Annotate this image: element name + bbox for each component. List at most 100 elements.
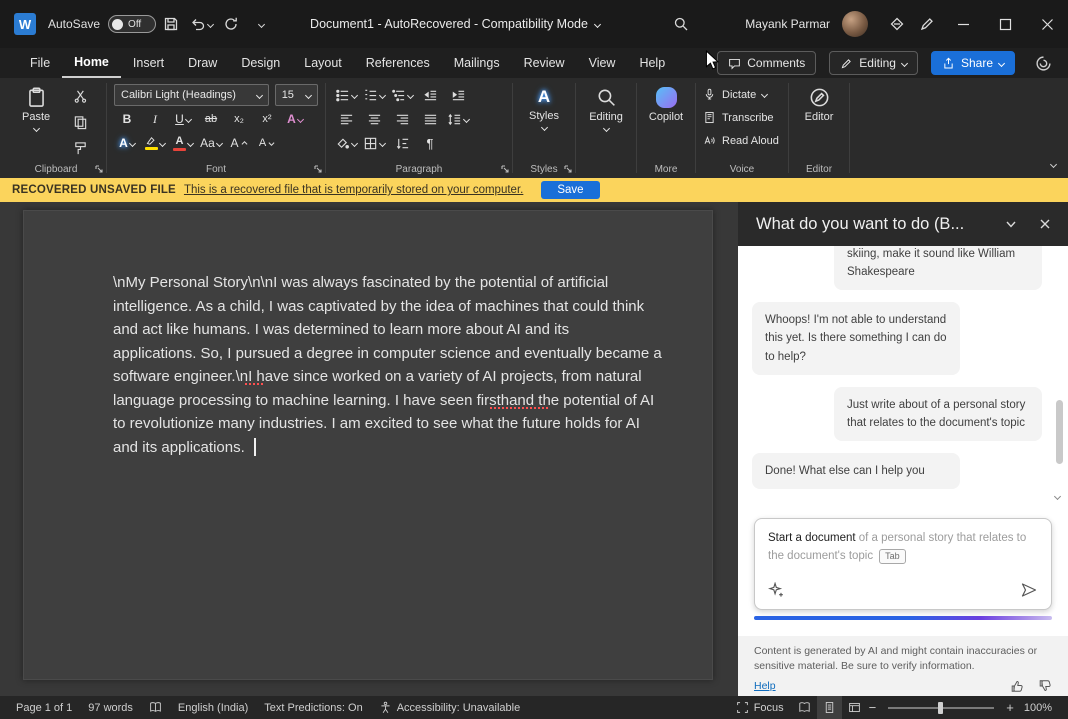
tab-home[interactable]: Home <box>62 48 121 78</box>
search-icon[interactable] <box>666 9 696 39</box>
paste-button[interactable]: Paste <box>13 83 59 159</box>
zoom-slider[interactable] <box>888 707 994 709</box>
zoom-slider-thumb[interactable] <box>938 702 943 714</box>
tab-view[interactable]: View <box>577 48 628 78</box>
change-case-button[interactable]: Aa <box>198 132 224 154</box>
help-link[interactable]: Help <box>754 680 776 692</box>
chat-scrollbar[interactable] <box>1054 246 1066 508</box>
font-size-combo[interactable]: 15 <box>275 84 318 106</box>
text-effects-button[interactable]: A <box>114 132 140 154</box>
page-indicator[interactable]: Page 1 of 1 <box>8 702 80 714</box>
thumbs-up-icon[interactable] <box>1010 679 1024 693</box>
close-panel-icon[interactable] <box>1032 211 1058 237</box>
copilot-icon[interactable] <box>1028 48 1058 78</box>
read-mode-button[interactable] <box>792 696 817 719</box>
justify-button[interactable] <box>417 108 443 130</box>
web-layout-button[interactable] <box>842 696 867 719</box>
banner-link[interactable]: This is a recovered file that is tempora… <box>184 184 523 196</box>
bullets-button[interactable] <box>333 84 359 106</box>
save-icon[interactable] <box>156 9 186 39</box>
print-layout-button[interactable] <box>817 696 842 719</box>
customize-quick-access-icon[interactable] <box>246 9 276 39</box>
show-formatting-button[interactable]: ¶ <box>417 132 443 154</box>
word-count[interactable]: 97 words <box>80 702 141 714</box>
collapse-ribbon-icon[interactable] <box>1051 154 1056 172</box>
tab-insert[interactable]: Insert <box>121 48 176 78</box>
tab-design[interactable]: Design <box>229 48 292 78</box>
editing-mode-button[interactable]: Editing <box>829 51 918 75</box>
share-button[interactable]: Share <box>931 51 1015 75</box>
document-page[interactable]: \nMy Personal Story\n\nI was always fasc… <box>23 210 713 680</box>
minimize-button[interactable] <box>942 0 984 48</box>
borders-button[interactable] <box>361 132 387 154</box>
copy-button[interactable] <box>67 111 93 133</box>
align-left-button[interactable] <box>333 108 359 130</box>
paragraph-dialog-launcher-icon[interactable] <box>501 165 509 173</box>
diamond-icon[interactable] <box>882 9 912 39</box>
zoom-in-button[interactable]: + <box>1004 700 1016 715</box>
language-indicator[interactable]: English (India) <box>170 702 256 714</box>
text-predictions-indicator[interactable]: Text Predictions: On <box>256 702 370 714</box>
tab-references[interactable]: References <box>354 48 442 78</box>
copilot-button[interactable]: Copilot <box>644 83 688 123</box>
shrink-font-button[interactable]: A <box>254 132 280 154</box>
chat-input[interactable]: Start a document of a personal story tha… <box>754 518 1052 610</box>
clipboard-dialog-launcher-icon[interactable] <box>95 165 103 173</box>
dictate-button[interactable]: Dictate <box>703 83 781 106</box>
multilevel-list-button[interactable] <box>389 84 415 106</box>
pen-icon[interactable] <box>912 9 942 39</box>
character-shading-button[interactable]: A <box>282 108 308 130</box>
numbering-button[interactable] <box>361 84 387 106</box>
format-painter-button[interactable] <box>67 137 93 159</box>
maximize-button[interactable] <box>984 0 1026 48</box>
styles-button[interactable]: A Styles <box>520 83 568 130</box>
tab-mailings[interactable]: Mailings <box>442 48 512 78</box>
proofing-icon[interactable] <box>141 701 170 714</box>
font-name-combo[interactable]: Calibri Light (Headings) <box>114 84 269 106</box>
bold-button[interactable]: B <box>114 108 140 130</box>
decrease-indent-button[interactable] <box>417 84 443 106</box>
align-center-button[interactable] <box>361 108 387 130</box>
shading-button[interactable] <box>333 132 359 154</box>
font-dialog-launcher-icon[interactable] <box>314 165 322 173</box>
redo-icon[interactable] <box>216 9 246 39</box>
undo-icon[interactable] <box>186 9 216 39</box>
grow-font-button[interactable]: A <box>226 132 252 154</box>
italic-button[interactable]: I <box>142 108 168 130</box>
thumbs-down-icon[interactable] <box>1038 679 1052 693</box>
avatar[interactable] <box>842 11 868 37</box>
line-spacing-button[interactable] <box>445 108 471 130</box>
tab-help[interactable]: Help <box>627 48 677 78</box>
word-logo-icon[interactable]: W <box>14 13 36 35</box>
read-aloud-button[interactable]: Read Aloud <box>703 129 781 152</box>
close-button[interactable] <box>1026 0 1068 48</box>
focus-button[interactable]: Focus <box>728 701 792 714</box>
align-right-button[interactable] <box>389 108 415 130</box>
editor-button[interactable]: Editor <box>796 83 842 123</box>
tab-review[interactable]: Review <box>512 48 577 78</box>
scrollbar-thumb[interactable] <box>1056 400 1063 464</box>
cut-button[interactable] <box>67 85 93 107</box>
text-highlight-button[interactable] <box>142 132 168 154</box>
strikethrough-button[interactable]: ab <box>198 108 224 130</box>
tab-draw[interactable]: Draw <box>176 48 229 78</box>
tab-layout[interactable]: Layout <box>292 48 354 78</box>
increase-indent-button[interactable] <box>445 84 471 106</box>
tab-file[interactable]: File <box>18 48 62 78</box>
send-icon[interactable] <box>1020 581 1038 599</box>
comments-button[interactable]: Comments <box>717 51 816 75</box>
superscript-button[interactable]: x² <box>254 108 280 130</box>
chevron-down-icon[interactable] <box>998 211 1024 237</box>
underline-button[interactable]: U <box>170 108 196 130</box>
zoom-out-button[interactable]: − <box>867 700 879 715</box>
font-color-button[interactable]: A <box>170 132 196 154</box>
document-text[interactable]: \nMy Personal Story\n\nI was always fasc… <box>113 271 662 459</box>
sort-button[interactable] <box>389 132 415 154</box>
sparkle-icon[interactable] <box>768 582 784 598</box>
styles-dialog-launcher-icon[interactable] <box>564 165 572 173</box>
subscript-button[interactable]: x₂ <box>226 108 252 130</box>
scroll-down-icon[interactable] <box>1055 486 1060 504</box>
autosave-toggle[interactable]: Off <box>108 15 156 33</box>
zoom-level[interactable]: 100% <box>1016 702 1060 714</box>
banner-save-button[interactable]: Save <box>541 181 599 199</box>
